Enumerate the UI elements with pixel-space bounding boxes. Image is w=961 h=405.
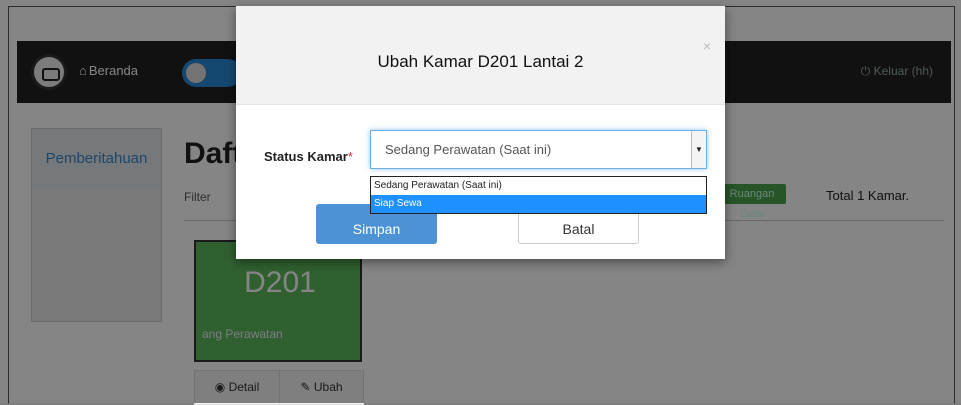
dropdown-option-maintenance[interactable]: Sedang Perawatan (Saat ini)	[371, 177, 706, 195]
edit-room-modal: Ubah Kamar D201 Lantai 2 × Status Kamar*…	[236, 6, 725, 259]
status-field-label: Status Kamar*	[264, 149, 353, 164]
required-marker: *	[347, 149, 353, 164]
dropdown-option-ready[interactable]: Siap Sewa	[371, 195, 706, 213]
status-select-value: Sedang Perawatan (Saat ini)	[385, 142, 552, 157]
close-icon[interactable]: ×	[703, 38, 711, 54]
chevron-down-icon[interactable]: ▼	[691, 131, 706, 168]
modal-title: Ubah Kamar D201 Lantai 2	[377, 52, 584, 71]
status-select[interactable]: Sedang Perawatan (Saat ini) ▼	[370, 130, 707, 169]
modal-header: Ubah Kamar D201 Lantai 2 ×	[236, 6, 725, 105]
status-dropdown-list: Sedang Perawatan (Saat ini) Siap Sewa	[370, 176, 707, 214]
status-field-label-text: Status Kamar	[264, 149, 348, 164]
